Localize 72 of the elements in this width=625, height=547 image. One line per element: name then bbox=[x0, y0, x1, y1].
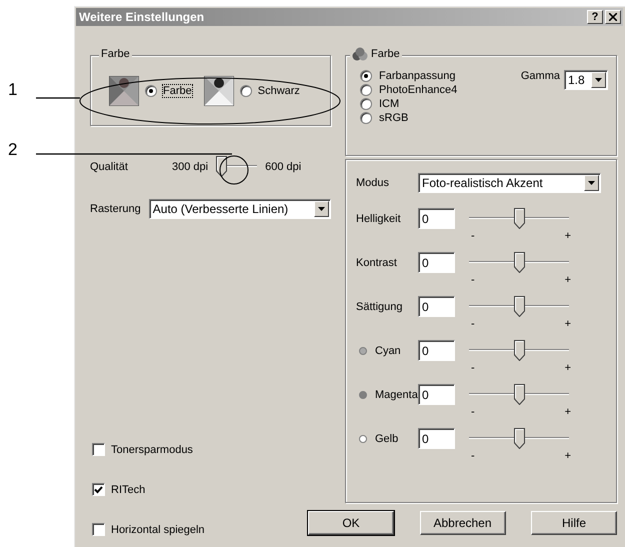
quality-label: Qualität bbox=[90, 160, 129, 172]
minus-mark: - bbox=[471, 230, 475, 242]
window-title: Weitere Einstellungen bbox=[79, 10, 206, 24]
minus-mark: - bbox=[471, 406, 475, 418]
radio-option[interactable]: Farbanpassung bbox=[360, 70, 515, 82]
callout-number: 2 bbox=[8, 140, 18, 160]
plus-mark: + bbox=[564, 318, 571, 330]
min-label: 300 dpi bbox=[172, 160, 208, 172]
slider-label: Sättigung bbox=[356, 300, 402, 312]
radio-option[interactable]: sRGB bbox=[360, 112, 515, 124]
radio-option[interactable]: Farbe bbox=[145, 85, 192, 97]
mode-dropdown[interactable]: Foto-realistisch Akzent bbox=[418, 173, 601, 193]
plus-mark: + bbox=[564, 450, 571, 462]
close-icon bbox=[609, 13, 617, 21]
close-button[interactable] bbox=[605, 10, 621, 24]
dialog-button[interactable]: Hilfe bbox=[531, 511, 617, 535]
slider-track[interactable] bbox=[469, 384, 569, 405]
slider-label: Helligkeit bbox=[356, 212, 401, 224]
dialog-button[interactable]: OK bbox=[308, 511, 394, 535]
value-field[interactable]: 0 bbox=[418, 428, 455, 449]
dialog-button[interactable]: Abbrechen bbox=[420, 511, 506, 535]
radio-option[interactable]: ICM bbox=[360, 98, 515, 110]
plus-mark: + bbox=[564, 230, 571, 242]
minus-mark: - bbox=[471, 450, 475, 462]
slider-thumb[interactable] bbox=[514, 296, 524, 317]
callout-circle bbox=[220, 156, 248, 184]
minus-mark: - bbox=[471, 318, 475, 330]
plus-mark: + bbox=[564, 362, 571, 374]
quality-slider[interactable] bbox=[216, 156, 258, 177]
slider-track[interactable] bbox=[469, 428, 569, 449]
slider-label: Magenta bbox=[375, 388, 418, 400]
group-title: Farbe bbox=[99, 48, 132, 60]
slider-label: Kontrast bbox=[356, 256, 397, 268]
leader-line bbox=[36, 97, 80, 99]
slider-label: Gelb bbox=[375, 432, 398, 444]
slider-thumb[interactable] bbox=[514, 384, 524, 405]
dropdown-arrow-icon bbox=[588, 181, 595, 185]
slider-track[interactable] bbox=[469, 340, 569, 361]
mode-label: Modus bbox=[356, 177, 390, 189]
group-title: Farbe bbox=[371, 48, 400, 60]
help-button[interactable]: ? bbox=[587, 10, 603, 24]
gamma-dropdown[interactable]: 1.8 bbox=[564, 70, 608, 90]
plus-mark: + bbox=[564, 406, 571, 418]
checkbox[interactable]: RITech bbox=[92, 483, 331, 496]
minus-mark: - bbox=[471, 274, 475, 286]
value-field[interactable]: 0 bbox=[418, 252, 455, 273]
value-field[interactable]: 0 bbox=[418, 208, 455, 229]
minus-mark: - bbox=[471, 362, 475, 374]
slider-thumb[interactable] bbox=[514, 428, 524, 449]
slider-label: Cyan bbox=[375, 344, 401, 356]
check-icon bbox=[94, 486, 103, 494]
value-field[interactable]: 0 bbox=[418, 384, 455, 405]
gamma-label: Gamma bbox=[520, 70, 560, 82]
value-field[interactable]: 0 bbox=[418, 340, 455, 361]
slider-thumb[interactable] bbox=[514, 340, 524, 361]
rasterung-label: Rasterung bbox=[90, 203, 142, 215]
slider-thumb[interactable] bbox=[514, 252, 524, 273]
slider-track[interactable] bbox=[469, 252, 569, 273]
rasterung-dropdown[interactable]: Auto (Verbesserte Linien) bbox=[148, 199, 331, 219]
callout-number: 1 bbox=[8, 80, 18, 100]
dropdown-arrow-icon bbox=[318, 207, 325, 211]
color-circles-icon bbox=[352, 47, 368, 61]
slider-thumb[interactable] bbox=[514, 208, 524, 229]
value-field[interactable]: 0 bbox=[418, 296, 455, 317]
dropdown-arrow-icon bbox=[595, 78, 602, 82]
slider-track[interactable] bbox=[469, 208, 569, 229]
checkbox[interactable]: Tonersparmodus bbox=[92, 443, 331, 456]
slider-track[interactable] bbox=[469, 296, 569, 317]
max-label: 600 dpi bbox=[265, 160, 302, 172]
radio-option[interactable]: Schwarz bbox=[240, 85, 300, 97]
plus-mark: + bbox=[564, 274, 571, 286]
radio-option[interactable]: PhotoEnhance4 bbox=[360, 84, 515, 96]
